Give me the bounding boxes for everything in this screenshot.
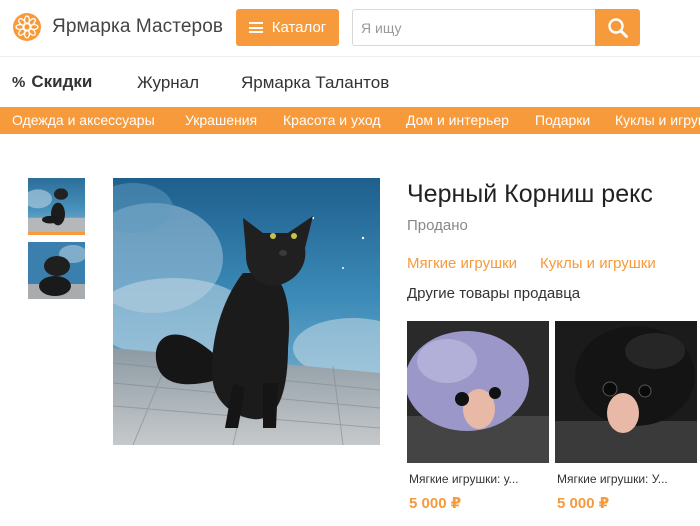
nav-talents[interactable]: Ярмарка Талантов — [241, 73, 389, 93]
catalog-button[interactable]: Каталог — [236, 9, 339, 46]
catalog-label: Каталог — [271, 19, 327, 36]
black-cat-photo — [113, 178, 380, 445]
percent-icon: % — [12, 73, 26, 91]
search-bar — [352, 9, 640, 46]
brand-name: Ярмарка Мастеров — [52, 16, 224, 37]
menu-icon — [248, 22, 263, 33]
cat-photo-thumb-2 — [28, 242, 85, 299]
dark-toy-photo — [555, 321, 697, 463]
nav-sale-label: Скидки — [31, 72, 93, 91]
category-bar: Одежда и аксессуары Украшения Красота и … — [0, 107, 700, 134]
gray-toy-photo — [407, 321, 549, 463]
cat-photo-thumb-1 — [28, 178, 85, 232]
search-button[interactable] — [595, 9, 640, 46]
nav-journal[interactable]: Журнал — [137, 73, 199, 93]
nav-sale[interactable]: % Скидки — [12, 72, 92, 92]
related-item-name[interactable]: Мягкие игрушки: у... — [407, 472, 535, 486]
related-item-image[interactable] — [407, 321, 549, 463]
category-home[interactable]: Дом и интерьер — [406, 112, 509, 128]
related-item-price: 5 000 ₽ — [409, 495, 462, 512]
search-icon — [607, 17, 628, 38]
seller-other-items-heading: Другие товары продавца — [407, 285, 581, 302]
product-main-image[interactable] — [113, 178, 380, 445]
related-item-card[interactable]: Мягкие игрушки: У... 5 000 ₽ — [555, 321, 697, 512]
product-status: Продано — [407, 217, 468, 234]
related-item-image[interactable] — [555, 321, 697, 463]
related-item-price: 5 000 ₽ — [557, 495, 610, 512]
site-header: Ярмарка Мастеров Каталог — [0, 0, 700, 56]
category-jewelry[interactable]: Украшения — [185, 112, 257, 128]
related-item-name[interactable]: Мягкие игрушки: У... — [555, 472, 683, 486]
thumbnail-1[interactable] — [28, 178, 85, 235]
site-logo[interactable]: Ярмарка Мастеров — [12, 12, 223, 42]
category-beauty[interactable]: Красота и уход — [283, 112, 381, 128]
related-item-card[interactable]: Мягкие игрушки: у... 5 000 ₽ — [407, 321, 549, 512]
secondary-nav: % Скидки Журнал Ярмарка Талантов — [0, 56, 700, 106]
tag-soft-toys[interactable]: Мягкие игрушки — [407, 255, 517, 272]
product-title: Черный Корниш рекс — [407, 180, 653, 208]
category-clothing[interactable]: Одежда и аксессуары — [12, 112, 155, 128]
category-gifts[interactable]: Подарки — [535, 112, 590, 128]
tag-dolls-toys[interactable]: Куклы и игрушки — [540, 255, 656, 272]
thumbnail-2[interactable] — [28, 242, 85, 299]
search-input[interactable] — [352, 9, 595, 46]
sun-flower-logo-icon — [13, 13, 41, 41]
category-toys[interactable]: Куклы и игрушки — [615, 112, 700, 128]
